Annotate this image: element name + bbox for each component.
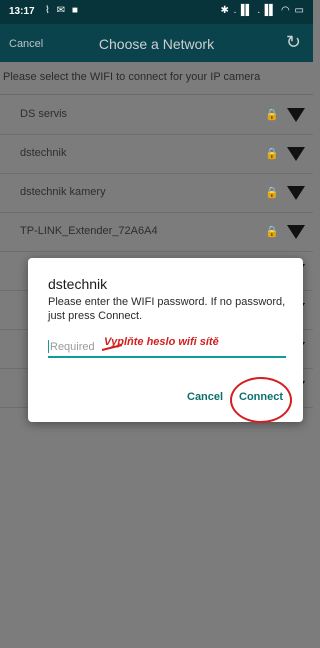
network-row[interactable]: TP-LINK_Extender_72A6A4 🔒 [0, 213, 313, 252]
instruction-text: Please select the WIFI to connect for yo… [3, 71, 261, 83]
wifi-signal-icon [287, 225, 305, 239]
status-time: 13:17 [9, 6, 35, 17]
wifi-signal-icon [287, 186, 305, 200]
annotation-circle [230, 377, 292, 423]
refresh-icon[interactable]: ↻ [286, 32, 301, 53]
network-row[interactable]: DS servis 🔒 [0, 96, 313, 135]
lock-icon: 🔒 [265, 226, 279, 238]
dialog-message: Please enter the WIFI password. If no pa… [48, 296, 286, 322]
network-name: DS servis [20, 108, 68, 120]
wifi-signal-icon [287, 147, 305, 161]
status-bar: 13:17 ⌇ ✉ ■ ✱ .▐▌ .▐▌ ◠ ▭ [0, 0, 313, 24]
instruction-bar: Please select the WIFI to connect for yo… [0, 62, 313, 95]
network-row[interactable]: dstechnik 🔒 [0, 135, 313, 174]
lock-icon: 🔒 [265, 187, 279, 199]
network-name: dstechnik [20, 147, 67, 159]
notification-icons: ⌇ ✉ ■ [45, 5, 80, 16]
password-dialog: dstechnik Please enter the WIFI password… [28, 258, 303, 423]
text-caret [48, 340, 49, 353]
network-name: dstechnik kamery [20, 186, 106, 198]
page-title: Choose a Network [98, 36, 215, 52]
dialog-cancel-button[interactable]: Cancel [187, 391, 223, 403]
network-name: TP-LINK_Extender_72A6A4 [20, 225, 158, 237]
annotation-text: Vyplňte heslo wifi sítě [104, 336, 219, 348]
lock-icon: 🔒 [265, 148, 279, 160]
lock-icon: 🔒 [265, 109, 279, 121]
network-row[interactable]: dstechnik kamery 🔒 [0, 174, 313, 213]
dialog-title: dstechnik [48, 276, 108, 292]
password-placeholder: Required [50, 341, 95, 353]
app-bar: Cancel Choose a Network ↻ [0, 24, 313, 62]
system-icons: ✱ .▐▌ .▐▌ ◠ ▭ [220, 5, 305, 16]
wifi-signal-icon [287, 108, 305, 122]
